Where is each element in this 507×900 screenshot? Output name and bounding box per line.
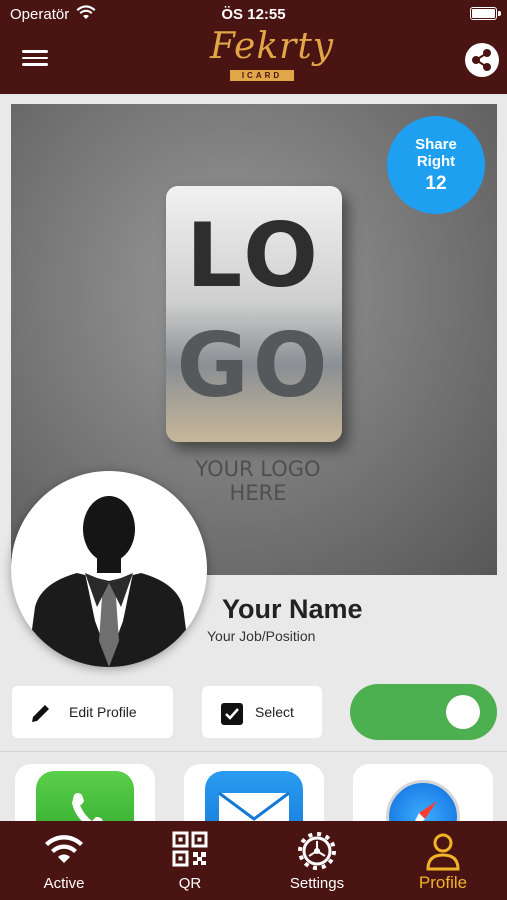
gear-icon: [298, 832, 336, 870]
nav-active-label: Active: [43, 875, 85, 892]
checkmark-icon: [225, 708, 239, 720]
nav-settings-label: Settings: [289, 875, 345, 892]
nav-qr[interactable]: QR: [135, 821, 245, 900]
menu-button[interactable]: [22, 47, 48, 69]
logo-caption: YOUR LOGO HERE: [195, 457, 321, 505]
nav-settings[interactable]: Settings: [262, 821, 372, 900]
select-button[interactable]: Select: [202, 686, 322, 738]
edit-profile-label: Edit Profile: [69, 704, 137, 720]
brand-name: Fekrty: [210, 26, 335, 67]
visibility-toggle[interactable]: [350, 684, 497, 740]
battery-icon: [470, 7, 497, 20]
nav-active[interactable]: Active: [9, 821, 119, 900]
toggle-knob: [446, 695, 480, 729]
person-icon: [426, 833, 460, 871]
brand-logo: Fekrty ICARD: [200, 26, 340, 90]
hamburger-icon-line: [22, 63, 48, 66]
logo-text-top: LO: [186, 204, 322, 307]
share-icon: [472, 49, 491, 71]
hamburger-icon-line: [22, 56, 48, 59]
qr-code-icon: [172, 831, 208, 867]
logo-placeholder: LO GO: [166, 186, 342, 442]
logo-text-bottom: GO: [176, 314, 332, 417]
edit-profile-button[interactable]: Edit Profile: [12, 686, 173, 738]
profile-name: Your Name: [222, 594, 363, 624]
person-silhouette-icon: [27, 496, 191, 667]
status-bar: Operatör ÖS 12:55: [0, 0, 507, 28]
nav-profile[interactable]: Profile: [388, 821, 498, 900]
divider: [0, 751, 507, 752]
pencil-icon: [32, 705, 49, 722]
brand-subtitle: ICARD: [230, 70, 294, 81]
share-right-count: 12: [425, 173, 447, 194]
share-right-badge[interactable]: Share Right 12: [387, 116, 485, 214]
wifi-icon: [45, 835, 83, 863]
checkbox-icon[interactable]: [221, 703, 243, 725]
share-right-label: Share Right: [415, 136, 457, 170]
profile-job: Your Job/Position: [207, 628, 316, 644]
nav-profile-label: Profile: [418, 873, 468, 892]
bottom-navigation: Active QR Settings Profile: [0, 821, 507, 900]
select-label: Select: [255, 704, 294, 720]
nav-qr-label: QR: [178, 875, 202, 892]
share-button[interactable]: [465, 43, 499, 77]
hamburger-icon-line: [22, 50, 48, 53]
battery-tip: [498, 11, 501, 16]
clock: ÖS 12:55: [221, 6, 286, 23]
avatar[interactable]: [11, 471, 207, 667]
top-bar: Operatör ÖS 12:55 Fekrty ICARD: [0, 0, 507, 94]
